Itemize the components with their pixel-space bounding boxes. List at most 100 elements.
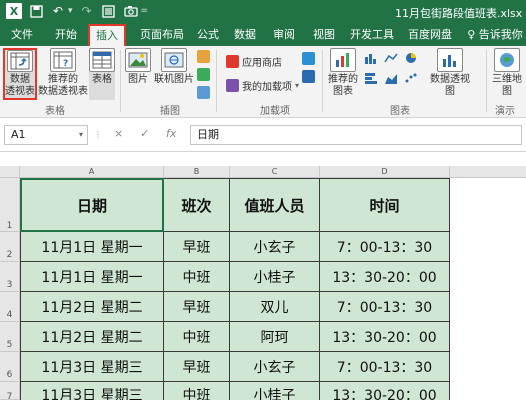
preview-icon[interactable] [101,3,117,19]
tab-baidu-netdisk[interactable]: 百度网盘 [404,24,456,46]
picture-button[interactable]: 图片 [124,48,152,86]
table-header-time[interactable]: 时间 [320,178,450,232]
tab-home[interactable]: 开始 [50,24,82,46]
column-header-a[interactable]: A [20,166,164,178]
enter-icon[interactable]: ✓ [140,127,149,140]
scatter-chart-icon[interactable] [404,72,418,84]
formula-input[interactable]: 日期 [190,125,522,145]
table-cell-staff[interactable]: 阿珂 [230,322,320,352]
table-cell-staff[interactable]: 小桂子 [230,382,320,400]
line-chart-icon[interactable] [384,52,398,64]
table-cell-staff[interactable]: 小桂子 [230,262,320,292]
pie-chart-icon[interactable] [404,52,418,64]
tab-page-layout[interactable]: 页面布局 [134,24,190,46]
camera-icon[interactable] [123,3,139,19]
row-header-2[interactable]: 2 [0,232,20,262]
select-all-corner[interactable] [0,166,20,178]
table-cell-time[interactable]: 13：30-20：00 [320,322,450,352]
insert-function-icon[interactable]: fx [166,127,176,140]
shapes-icon [197,50,210,63]
table-header-date[interactable]: 日期 [20,178,164,232]
app-store-label: 应用商店 [242,58,282,69]
store-icon [226,55,239,68]
tab-data[interactable]: 数据 [229,24,261,46]
group-tables-label: 表格 [45,106,65,117]
smartart-icon [197,68,210,81]
area-chart-icon[interactable] [384,72,398,84]
column-chart-icon[interactable] [364,52,378,64]
tab-insert[interactable]: 插入 [88,24,126,46]
tab-review[interactable]: 审阅 [268,24,300,46]
group-charts-label: 图表 [390,106,410,117]
bar-chart-icon[interactable] [364,72,378,84]
table-cell-shift[interactable]: 早班 [164,352,230,382]
quick-access-toolbar: X ↶ ▾ ↷ = [6,3,148,19]
pivot-chart-button[interactable]: 数据透视图 [428,48,472,98]
table-cell-date[interactable]: 11月2日 星期二 [20,292,164,322]
redo-icon[interactable]: ↷ [79,3,95,19]
row-header-7[interactable]: 7 [0,382,20,400]
table-cell-shift[interactable]: 中班 [164,382,230,400]
table-cell-time[interactable]: 13：30-20：00 [320,262,450,292]
smartart-button[interactable] [197,68,210,81]
table-cell-date[interactable]: 11月3日 星期三 [20,352,164,382]
table-cell-shift[interactable]: 早班 [164,232,230,262]
tab-formulas[interactable]: 公式 [192,24,224,46]
table-cell-staff[interactable]: 小玄子 [230,232,320,262]
recommended-charts-button[interactable]: 推荐的 图表 [326,48,360,98]
formula-bar-grip[interactable]: ⋮ [94,130,102,139]
people-graph-button[interactable] [302,70,315,83]
tab-file[interactable]: 文件 [6,24,38,46]
table-header-shift[interactable]: 班次 [164,178,230,232]
app-store-button[interactable]: 应用商店 [226,54,282,69]
table-cell-time[interactable]: 13：30-20：00 [320,382,450,400]
table-cell-time[interactable]: 7：00-13：30 [320,292,450,322]
table-cell-time[interactable]: 7：00-13：30 [320,352,450,382]
row-header-5[interactable]: 5 [0,322,20,352]
name-box[interactable]: A1 ▾ [4,125,88,145]
tab-view[interactable]: 视图 [308,24,340,46]
recommended-pivot-button[interactable]: ? 推荐的 数据透视表 [38,48,88,100]
tab-developer[interactable]: 开发工具 [346,24,398,46]
my-addins-button[interactable]: 我的加载项 ▾ [226,78,299,93]
customize-qat-icon[interactable]: = [141,6,149,16]
table-cell-date[interactable]: 11月2日 星期二 [20,322,164,352]
group-tours-label: 演示 [495,106,515,117]
picture-label: 图片 [128,74,148,85]
column-header-e[interactable] [450,166,526,178]
table-cell-staff[interactable]: 双儿 [230,292,320,322]
table-header-staff[interactable]: 值班人员 [230,178,320,232]
table-button[interactable]: 表格 [89,48,115,100]
pivot-table-button[interactable]: 数据 透视表 [3,48,37,100]
undo-dropdown-icon[interactable]: ▾ [68,6,73,16]
row-header-6[interactable]: 6 [0,352,20,382]
table-cell-date[interactable]: 11月3日 星期三 [20,382,164,400]
ribbon-insert: 数据 透视表 ? 推荐的 数据透视表 表格 表格 图片 联机图片 插图 应用商店 [0,46,526,118]
column-header-c[interactable]: C [230,166,320,178]
row-header-3[interactable]: 3 [0,262,20,292]
online-picture-button[interactable]: 联机图片 [154,48,194,86]
table-cell-shift[interactable]: 中班 [164,262,230,292]
3d-map-button[interactable]: 三维地 图 [490,48,524,98]
screenshot-button[interactable] [197,86,210,99]
recommended-charts-icon [330,48,356,72]
table-cell-time[interactable]: 7：00-13：30 [320,232,450,262]
undo-icon[interactable]: ↶ [50,3,66,19]
table-cell-staff[interactable]: 小玄子 [230,352,320,382]
spreadsheet-grid: A B C D 1 2 3 4 5 6 7 日期 班次 值班人员 时间 11月1… [0,152,526,400]
tell-me-search[interactable]: ♀ 告诉我你 [466,24,524,46]
chevron-down-icon[interactable]: ▾ [79,126,83,144]
table-cell-date[interactable]: 11月1日 星期一 [20,262,164,292]
column-header-d[interactable]: D [320,166,450,178]
group-separator [120,50,121,112]
table-cell-shift[interactable]: 早班 [164,292,230,322]
column-header-b[interactable]: B [164,166,230,178]
bing-maps-button[interactable] [302,52,315,65]
row-header-4[interactable]: 4 [0,292,20,322]
save-icon[interactable] [28,3,44,19]
table-cell-shift[interactable]: 中班 [164,322,230,352]
shapes-button[interactable] [197,50,210,63]
row-header-1[interactable]: 1 [0,178,20,232]
table-cell-date[interactable]: 11月1日 星期一 [20,232,164,262]
cancel-icon[interactable]: × [114,127,123,140]
